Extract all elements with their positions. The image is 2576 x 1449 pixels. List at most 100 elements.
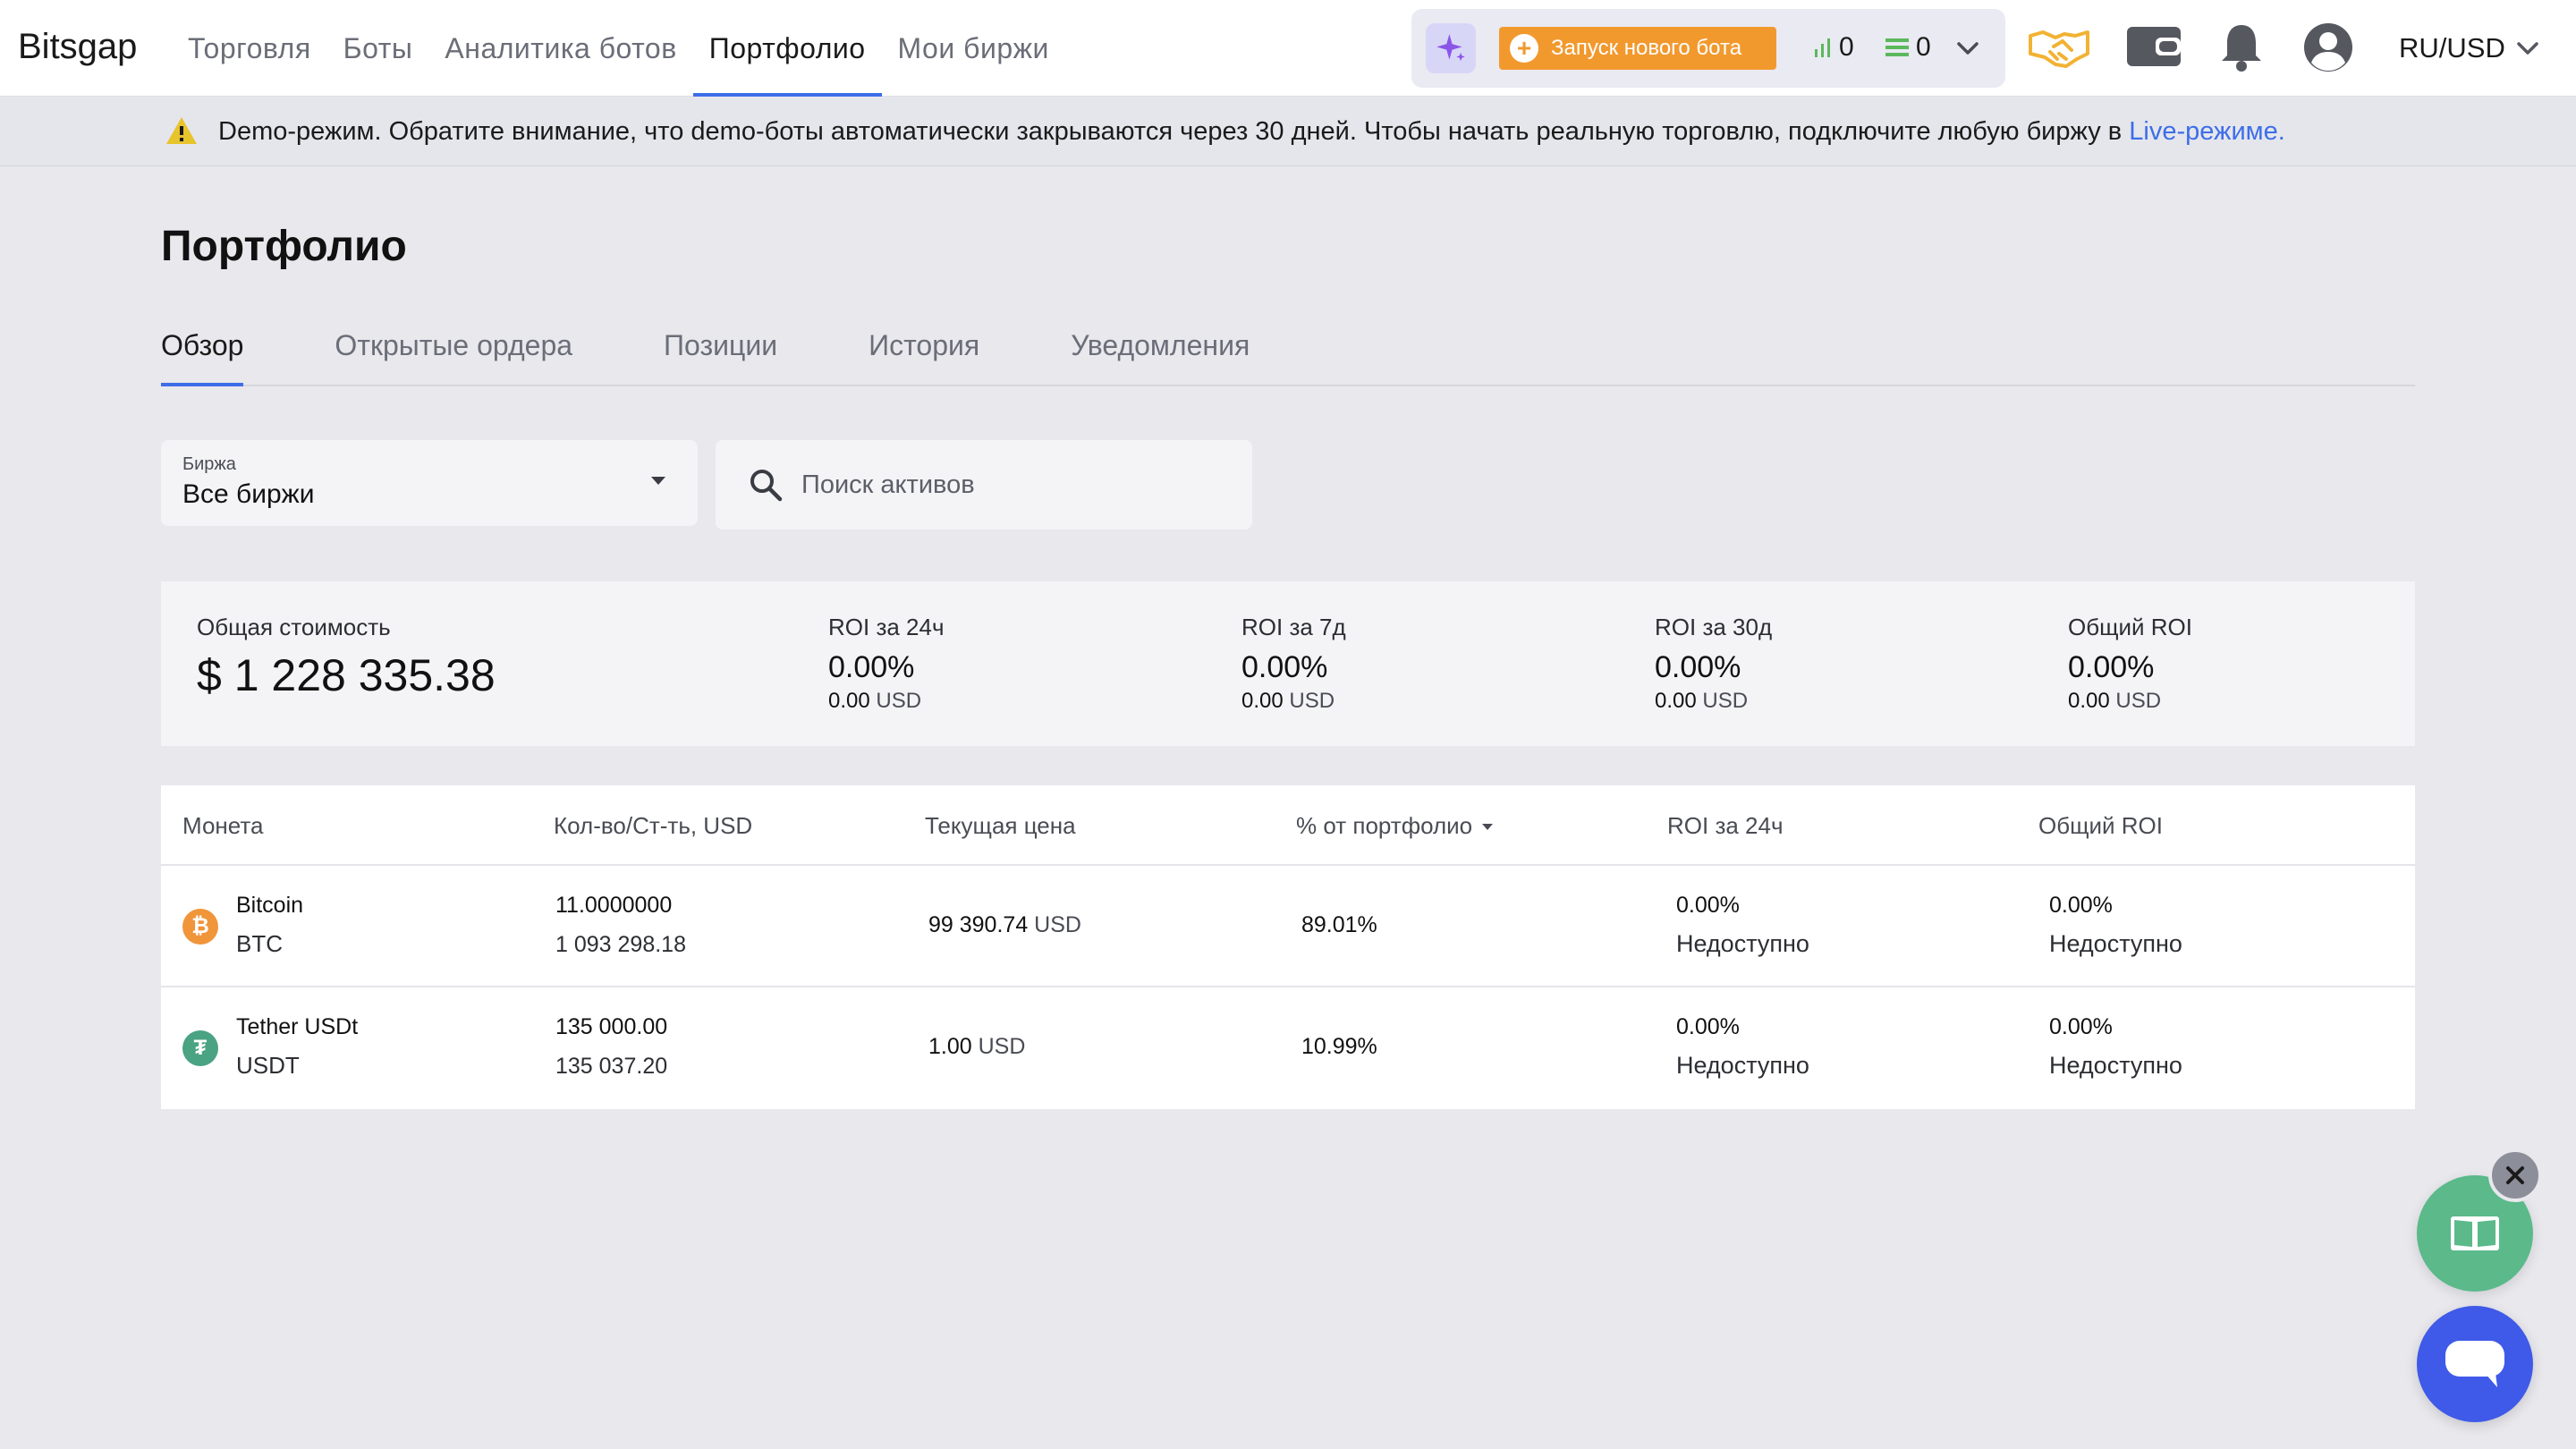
tab-positions[interactable]: Позиции bbox=[664, 304, 777, 385]
roi-amount: 0.00 USD bbox=[1655, 689, 1772, 714]
active-bots-count: 0 bbox=[1839, 32, 1854, 62]
roi-amount: 0.00 USD bbox=[828, 689, 945, 714]
demo-mode-message: Demo-режим. Обратите внимание, что demo-… bbox=[218, 117, 2285, 147]
roi-currency: USD bbox=[1289, 689, 1335, 713]
active-bots-stat[interactable]: 0 bbox=[1814, 32, 1854, 63]
price-currency: USD bbox=[978, 1034, 1026, 1059]
plus-circle-icon: + bbox=[1510, 34, 1538, 63]
column-header-current-price[interactable]: Текущая цена bbox=[925, 812, 1076, 840]
assets-table: Монета Кол-во/Ст-ть, USD Текущая цена % … bbox=[161, 785, 2415, 1109]
list-lines-icon bbox=[1885, 38, 1909, 56]
roi-label: ROI за 30д bbox=[1655, 614, 1773, 640]
live-mode-link[interactable]: Live-режиме. bbox=[2129, 117, 2285, 146]
roi-24h-status: Недоступно bbox=[1676, 1052, 1809, 1079]
handshake-icon[interactable] bbox=[2029, 23, 2089, 73]
page-title: Портфолио bbox=[161, 223, 407, 270]
total-value: $ 1 228 335.38 bbox=[197, 650, 496, 700]
roi-total-block: Общий ROI 0.00% 0.00 USD bbox=[2068, 614, 2192, 714]
roi-30d-block: ROI за 30д 0.00% 0.00 USD bbox=[1655, 614, 1772, 714]
ai-assistant-button[interactable] bbox=[1426, 23, 1476, 73]
bell-icon[interactable] bbox=[2220, 21, 2263, 73]
roi-percent: 0.00% bbox=[2068, 650, 2155, 684]
roi-24h-value: 0.00% bbox=[1676, 893, 1740, 918]
close-guide-button[interactable] bbox=[2488, 1148, 2542, 1202]
column-header-roi-total[interactable]: Общий ROI bbox=[2038, 812, 2163, 840]
coin-quantity: 11.0000000 bbox=[555, 893, 673, 918]
roi-24h-block: ROI за 24ч 0.00% 0.00 USD bbox=[828, 614, 945, 714]
roi-usd-value: 0.00 bbox=[1655, 689, 1697, 713]
column-header-roi-24h[interactable]: ROI за 24ч bbox=[1667, 812, 1784, 840]
price-value: 99 390.74 bbox=[928, 912, 1029, 937]
bar-chart-icon bbox=[1815, 38, 1830, 57]
launch-new-bot-button[interactable]: + Запуск нового бота bbox=[1499, 27, 1776, 70]
launch-new-bot-label: Запуск нового бота bbox=[1551, 36, 1742, 60]
coin-quantity: 135 000.00 bbox=[555, 1014, 668, 1039]
coin-name: Bitcoin bbox=[236, 893, 304, 918]
coin-current-price: 99 390.74 USD bbox=[928, 912, 1081, 938]
warning-icon bbox=[166, 117, 197, 144]
bitcoin-icon: ₿ bbox=[182, 909, 218, 945]
support-chat-button[interactable] bbox=[2417, 1306, 2533, 1422]
roi-24h-value: 0.00% bbox=[1676, 1014, 1740, 1039]
exchange-select-label: Биржа bbox=[182, 454, 236, 474]
portfolio-summary: Общая стоимость $ 1 228 335.38 ROI за 24… bbox=[161, 581, 2415, 746]
nav-portfolio[interactable]: Портфолио bbox=[692, 0, 882, 97]
active-orders-stat[interactable]: 0 bbox=[1885, 32, 1931, 63]
portfolio-tabs: Обзор Открытые ордера Позиции История Ув… bbox=[161, 304, 2415, 386]
roi-total-value: 0.00% bbox=[2049, 1014, 2113, 1039]
search-icon bbox=[750, 470, 783, 502]
table-row[interactable]: ₮ Tether USDt USDT 135 000.00 135 037.20… bbox=[161, 987, 2415, 1109]
price-currency: USD bbox=[1034, 912, 1081, 937]
coin-value-usd: 1 093 298.18 bbox=[555, 932, 686, 957]
coin-name: Tether USDt bbox=[236, 1014, 359, 1039]
top-navigation-bar: Bitsgap Торговля Боты Аналитика ботов По… bbox=[0, 0, 2576, 97]
header-tools-panel: + Запуск нового бота 0 0 bbox=[1411, 9, 2005, 88]
tether-icon: ₮ bbox=[182, 1030, 218, 1066]
sparkle-icon bbox=[1436, 34, 1465, 62]
locale-selector[interactable]: RU/USD bbox=[2399, 32, 2539, 64]
price-value: 1.00 bbox=[928, 1034, 972, 1059]
roi-usd-value: 0.00 bbox=[828, 689, 870, 713]
table-header: Монета Кол-во/Ст-ть, USD Текущая цена % … bbox=[161, 785, 2415, 866]
demo-mode-text: Demo-режим. Обратите внимание, что demo-… bbox=[218, 117, 2130, 146]
total-value-label: Общая стоимость bbox=[197, 614, 391, 640]
tab-history[interactable]: История bbox=[869, 304, 979, 385]
nav-bot-analytics[interactable]: Аналитика ботов bbox=[428, 0, 692, 97]
portfolio-share: 89.01% bbox=[1301, 912, 1377, 937]
roi-total-status: Недоступно bbox=[2049, 1052, 2182, 1079]
asset-search-input[interactable] bbox=[801, 467, 1231, 503]
tab-overview[interactable]: Обзор bbox=[161, 304, 244, 386]
column-header-portfolio-share[interactable]: % от портфолио bbox=[1296, 812, 1494, 840]
chevron-down-icon bbox=[2517, 42, 2538, 55]
column-header-quantity-value[interactable]: Кол-во/Ст-ть, USD bbox=[554, 812, 752, 840]
wallet-icon[interactable] bbox=[2125, 23, 2182, 70]
exchange-select-value: Все биржи bbox=[182, 479, 315, 509]
exchange-select[interactable]: Биржа Все биржи bbox=[161, 440, 698, 526]
nav-trading[interactable]: Торговля bbox=[172, 0, 327, 97]
table-row[interactable]: ₿ Bitcoin BTC 11.0000000 1 093 298.18 99… bbox=[161, 866, 2415, 987]
sort-caret-down-icon bbox=[1482, 823, 1494, 830]
brand-logo[interactable]: Bitsgap bbox=[18, 27, 137, 67]
asset-search[interactable] bbox=[716, 440, 1252, 530]
roi-7d-block: ROI за 7д 0.00% 0.00 USD bbox=[1241, 614, 1346, 714]
roi-percent: 0.00% bbox=[828, 650, 915, 684]
nav-my-exchanges[interactable]: Мои биржи bbox=[882, 0, 1065, 97]
coin-symbol: BTC bbox=[236, 930, 283, 957]
book-icon bbox=[2451, 1216, 2499, 1250]
roi-usd-value: 0.00 bbox=[1241, 689, 1284, 713]
user-avatar-icon[interactable] bbox=[2302, 21, 2354, 73]
tab-open-orders[interactable]: Открытые ордера bbox=[335, 304, 572, 385]
column-header-label: % от портфолио bbox=[1296, 812, 1473, 839]
caret-down-icon bbox=[651, 477, 665, 485]
roi-total-value: 0.00% bbox=[2049, 893, 2113, 918]
coin-current-price: 1.00 USD bbox=[928, 1034, 1025, 1060]
roi-total-status: Недоступно bbox=[2049, 930, 2182, 957]
roi-label: Общий ROI bbox=[2068, 614, 2193, 640]
column-header-coin[interactable]: Монета bbox=[182, 812, 263, 840]
demo-mode-banner: Demo-режим. Обратите внимание, что demo-… bbox=[0, 97, 2576, 166]
nav-bots[interactable]: Боты bbox=[327, 0, 429, 97]
chevron-down-icon[interactable] bbox=[1955, 38, 1980, 59]
roi-currency: USD bbox=[1702, 689, 1749, 713]
roi-amount: 0.00 USD bbox=[1241, 689, 1346, 714]
tab-notifications[interactable]: Уведомления bbox=[1071, 304, 1250, 385]
